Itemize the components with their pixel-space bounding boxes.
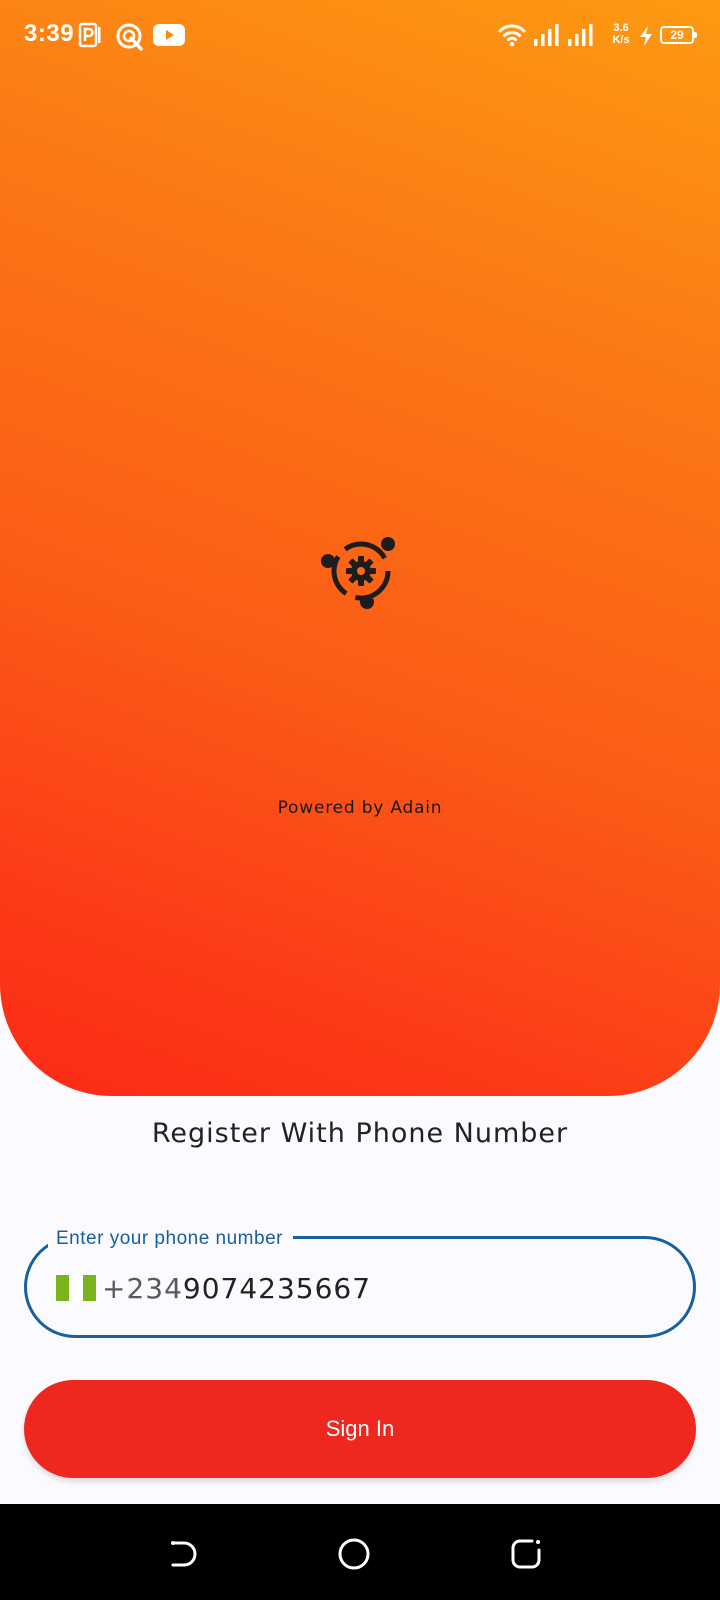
youtube-icon [153, 24, 185, 46]
country-flag-icon[interactable] [56, 1275, 96, 1301]
network-speed-unit: K/s [612, 34, 630, 46]
register-title: Register With Phone Number [151, 1118, 569, 1149]
charging-icon [640, 26, 652, 46]
status-bar: 3:39 3.6 K/s 29 [0, 0, 720, 72]
register-screen: 3:39 3.6 K/s 29 Powered by Adain Registe… [0, 0, 720, 1600]
q-app-icon [116, 23, 143, 51]
signal-icon [568, 24, 593, 46]
back-icon[interactable] [164, 1536, 200, 1572]
signal-icon [534, 24, 559, 46]
powered-by-text: Powered by Adain [277, 798, 443, 818]
home-icon[interactable] [336, 1536, 372, 1572]
gear-network-icon [321, 537, 395, 609]
status-time: 3:39 [24, 20, 75, 47]
phone-field-label: Enter your phone number [48, 1228, 293, 1250]
hero-banner: 3:39 3.6 K/s 29 Powered by Adain [0, 0, 720, 1096]
navigation-bar [0, 1504, 720, 1600]
recents-icon[interactable] [508, 1536, 544, 1572]
network-speed-value: 3.6 [613, 22, 629, 34]
wifi-icon [498, 24, 526, 47]
battery-icon: 29 [660, 26, 697, 44]
sign-in-button[interactable]: Sign In [24, 1380, 696, 1478]
network-speed: 3.6 K/s [608, 22, 634, 46]
parking-icon [78, 22, 101, 48]
